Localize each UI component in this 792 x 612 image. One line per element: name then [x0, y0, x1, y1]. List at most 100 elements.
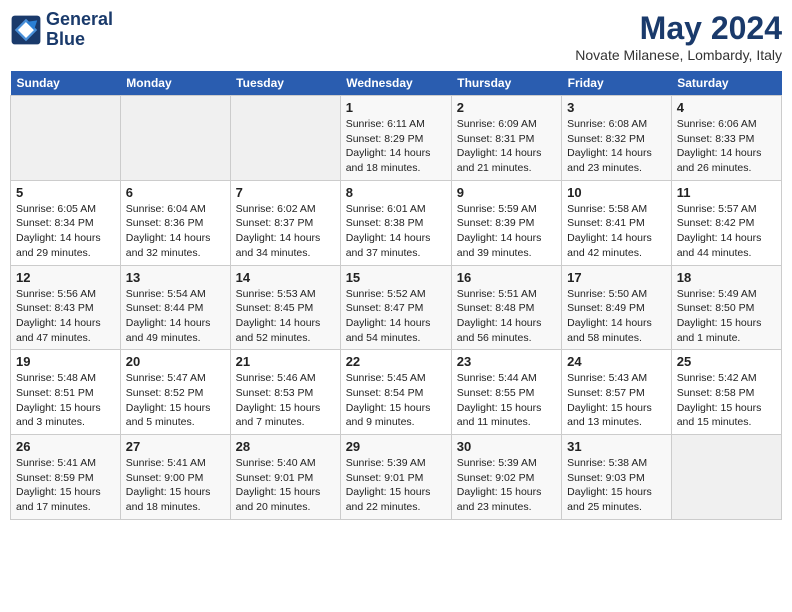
calendar-cell: 24 Sunrise: 5:43 AMSunset: 8:57 PMDayligh…	[562, 350, 672, 435]
day-info: Sunrise: 5:48 AMSunset: 8:51 PMDaylight:…	[16, 371, 115, 430]
day-number: 20	[126, 354, 225, 369]
day-number: 22	[346, 354, 446, 369]
location-title: Novate Milanese, Lombardy, Italy	[575, 47, 782, 63]
calendar-cell: 4 Sunrise: 6:06 AMSunset: 8:33 PMDaylight…	[671, 96, 781, 181]
day-info: Sunrise: 6:08 AMSunset: 8:32 PMDaylight:…	[567, 117, 666, 176]
day-info: Sunrise: 5:46 AMSunset: 8:53 PMDaylight:…	[236, 371, 335, 430]
day-info: Sunrise: 5:39 AMSunset: 9:01 PMDaylight:…	[346, 456, 446, 515]
day-info: Sunrise: 5:43 AMSunset: 8:57 PMDaylight:…	[567, 371, 666, 430]
day-info: Sunrise: 5:52 AMSunset: 8:47 PMDaylight:…	[346, 287, 446, 346]
calendar-cell: 10Sunrise: 5:58 AMSunset: 8:41 PMDayligh…	[562, 180, 672, 265]
day-number: 24	[567, 354, 666, 369]
day-number: 30	[457, 439, 556, 454]
calendar-cell: 14Sunrise: 5:53 AMSunset: 8:45 PMDayligh…	[230, 265, 340, 350]
calendar-week-row: 5 Sunrise: 6:05 AMSunset: 8:34 PMDaylight…	[11, 180, 782, 265]
calendar-cell: 15 Sunrise: 5:52 AMSunset: 8:47 PMDayligh…	[340, 265, 451, 350]
day-number: 29	[346, 439, 446, 454]
logo-line1: General	[46, 10, 113, 30]
day-info: Sunrise: 5:39 AMSunset: 9:02 PMDaylight:…	[457, 456, 556, 515]
calendar-cell: 13 Sunrise: 5:54 AMSunset: 8:44 PMDayligh…	[120, 265, 230, 350]
calendar-cell: 17Sunrise: 5:50 AMSunset: 8:49 PMDayligh…	[562, 265, 672, 350]
day-info: Sunrise: 6:02 AMSunset: 8:37 PMDaylight:…	[236, 202, 335, 261]
day-number: 25	[677, 354, 776, 369]
day-number: 18	[677, 270, 776, 285]
calendar-week-row: 12 Sunrise: 5:56 AMSunset: 8:43 PMDayligh…	[11, 265, 782, 350]
day-info: Sunrise: 5:49 AMSunset: 8:50 PMDaylight:…	[677, 287, 776, 346]
day-number: 19	[16, 354, 115, 369]
calendar-cell: 28 Sunrise: 5:40 AMSunset: 9:01 PMDayligh…	[230, 435, 340, 520]
calendar-cell	[230, 96, 340, 181]
calendar-week-row: 1Sunrise: 6:11 AMSunset: 8:29 PMDaylight…	[11, 96, 782, 181]
weekday-header: Wednesday	[340, 71, 451, 96]
calendar-cell: 9 Sunrise: 5:59 AMSunset: 8:39 PMDaylight…	[451, 180, 561, 265]
calendar-cell: 18 Sunrise: 5:49 AMSunset: 8:50 PMDayligh…	[671, 265, 781, 350]
day-number: 28	[236, 439, 335, 454]
day-number: 4	[677, 100, 776, 115]
calendar-cell	[120, 96, 230, 181]
weekday-header: Thursday	[451, 71, 561, 96]
day-info: Sunrise: 5:57 AMSunset: 8:42 PMDaylight:…	[677, 202, 776, 261]
calendar-cell: 27 Sunrise: 5:41 AMSunset: 9:00 PMDayligh…	[120, 435, 230, 520]
logo: General Blue	[10, 10, 113, 50]
day-number: 26	[16, 439, 115, 454]
day-number: 31	[567, 439, 666, 454]
calendar-cell: 8Sunrise: 6:01 AMSunset: 8:38 PMDaylight…	[340, 180, 451, 265]
day-number: 13	[126, 270, 225, 285]
logo-line2: Blue	[46, 30, 113, 50]
calendar-cell: 5 Sunrise: 6:05 AMSunset: 8:34 PMDaylight…	[11, 180, 121, 265]
day-number: 12	[16, 270, 115, 285]
day-info: Sunrise: 5:40 AMSunset: 9:01 PMDaylight:…	[236, 456, 335, 515]
weekday-header: Monday	[120, 71, 230, 96]
day-info: Sunrise: 5:58 AMSunset: 8:41 PMDaylight:…	[567, 202, 666, 261]
day-info: Sunrise: 6:11 AMSunset: 8:29 PMDaylight:…	[346, 117, 446, 176]
calendar-cell: 20Sunrise: 5:47 AMSunset: 8:52 PMDayligh…	[120, 350, 230, 435]
day-number: 27	[126, 439, 225, 454]
calendar-cell	[11, 96, 121, 181]
day-number: 21	[236, 354, 335, 369]
calendar-cell: 26 Sunrise: 5:41 AMSunset: 8:59 PMDayligh…	[11, 435, 121, 520]
day-number: 14	[236, 270, 335, 285]
calendar-cell	[671, 435, 781, 520]
calendar-cell: 21 Sunrise: 5:46 AMSunset: 8:53 PMDayligh…	[230, 350, 340, 435]
calendar-cell: 1Sunrise: 6:11 AMSunset: 8:29 PMDaylight…	[340, 96, 451, 181]
calendar-week-row: 19 Sunrise: 5:48 AMSunset: 8:51 PMDayligh…	[11, 350, 782, 435]
day-number: 16	[457, 270, 556, 285]
day-info: Sunrise: 5:59 AMSunset: 8:39 PMDaylight:…	[457, 202, 556, 261]
day-info: Sunrise: 5:41 AMSunset: 8:59 PMDaylight:…	[16, 456, 115, 515]
day-info: Sunrise: 6:09 AMSunset: 8:31 PMDaylight:…	[457, 117, 556, 176]
day-number: 15	[346, 270, 446, 285]
day-number: 17	[567, 270, 666, 285]
day-number: 9	[457, 185, 556, 200]
day-number: 11	[677, 185, 776, 200]
day-info: Sunrise: 5:38 AMSunset: 9:03 PMDaylight:…	[567, 456, 666, 515]
weekday-header: Sunday	[11, 71, 121, 96]
day-info: Sunrise: 5:42 AMSunset: 8:58 PMDaylight:…	[677, 371, 776, 430]
day-number: 23	[457, 354, 556, 369]
day-info: Sunrise: 5:54 AMSunset: 8:44 PMDaylight:…	[126, 287, 225, 346]
day-info: Sunrise: 6:06 AMSunset: 8:33 PMDaylight:…	[677, 117, 776, 176]
month-title: May 2024	[575, 10, 782, 47]
day-info: Sunrise: 5:45 AMSunset: 8:54 PMDaylight:…	[346, 371, 446, 430]
day-info: Sunrise: 6:01 AMSunset: 8:38 PMDaylight:…	[346, 202, 446, 261]
weekday-header: Saturday	[671, 71, 781, 96]
day-info: Sunrise: 5:41 AMSunset: 9:00 PMDaylight:…	[126, 456, 225, 515]
calendar-cell: 16 Sunrise: 5:51 AMSunset: 8:48 PMDayligh…	[451, 265, 561, 350]
calendar-cell: 11 Sunrise: 5:57 AMSunset: 8:42 PMDayligh…	[671, 180, 781, 265]
day-info: Sunrise: 5:51 AMSunset: 8:48 PMDaylight:…	[457, 287, 556, 346]
calendar-cell: 23Sunrise: 5:44 AMSunset: 8:55 PMDayligh…	[451, 350, 561, 435]
calendar-cell: 7Sunrise: 6:02 AMSunset: 8:37 PMDaylight…	[230, 180, 340, 265]
day-number: 6	[126, 185, 225, 200]
calendar-cell: 19 Sunrise: 5:48 AMSunset: 8:51 PMDayligh…	[11, 350, 121, 435]
day-number: 5	[16, 185, 115, 200]
calendar-cell: 25 Sunrise: 5:42 AMSunset: 8:58 PMDayligh…	[671, 350, 781, 435]
calendar-table: SundayMondayTuesdayWednesdayThursdayFrid…	[10, 71, 782, 520]
calendar-cell: 6Sunrise: 6:04 AMSunset: 8:36 PMDaylight…	[120, 180, 230, 265]
title-block: May 2024 Novate Milanese, Lombardy, Ital…	[575, 10, 782, 63]
weekday-header: Friday	[562, 71, 672, 96]
day-info: Sunrise: 6:05 AMSunset: 8:34 PMDaylight:…	[16, 202, 115, 261]
day-number: 2	[457, 100, 556, 115]
day-info: Sunrise: 5:56 AMSunset: 8:43 PMDaylight:…	[16, 287, 115, 346]
weekday-header-row: SundayMondayTuesdayWednesdayThursdayFrid…	[11, 71, 782, 96]
weekday-header: Tuesday	[230, 71, 340, 96]
calendar-cell: 3Sunrise: 6:08 AMSunset: 8:32 PMDaylight…	[562, 96, 672, 181]
